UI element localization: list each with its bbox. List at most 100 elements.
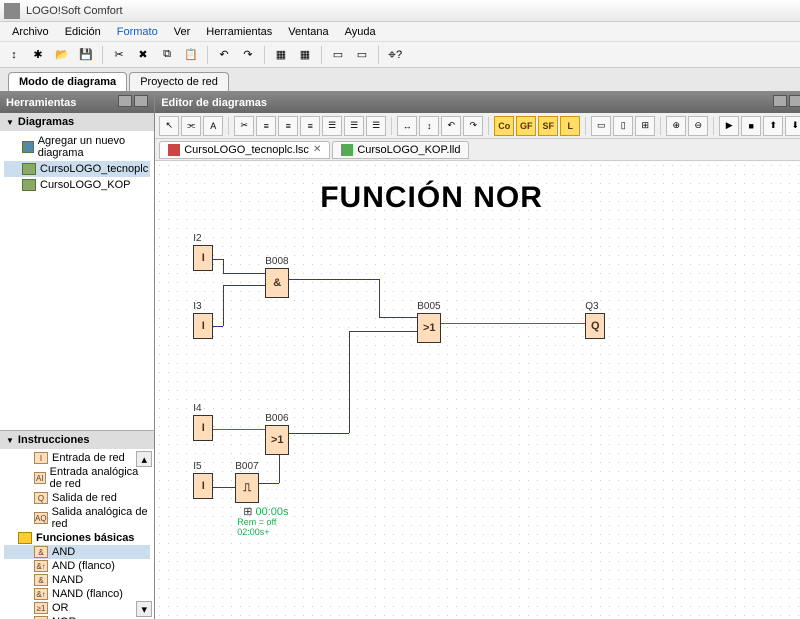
etool-co-icon[interactable]: Co bbox=[494, 116, 514, 136]
panel-min-icon[interactable] bbox=[118, 95, 132, 107]
tree-add-diagram[interactable]: Agregar un nuevo diagrama bbox=[4, 133, 150, 161]
tool-align2-icon[interactable]: ▦ bbox=[295, 45, 315, 65]
etool-cut-icon[interactable]: ✂ bbox=[234, 116, 254, 136]
etool-dist-v-icon[interactable]: ↕ bbox=[419, 116, 439, 136]
instructions-tree: ▴ IEntrada de red AIEntrada analógica de… bbox=[0, 449, 154, 619]
etool-upload-icon[interactable]: ⬆ bbox=[763, 116, 783, 136]
instr-or[interactable]: ≥1OR bbox=[4, 601, 150, 615]
instr-nand-edge[interactable]: &↑NAND (flanco) bbox=[4, 587, 150, 601]
instr-net-analog-input[interactable]: AIEntrada analógica de red bbox=[4, 465, 150, 491]
instr-and[interactable]: &AND bbox=[4, 545, 150, 559]
tool-transfer-icon[interactable]: ↕ bbox=[4, 45, 24, 65]
instr-nand[interactable]: &NAND bbox=[4, 573, 150, 587]
menu-archivo[interactable]: Archivo bbox=[4, 24, 57, 40]
right-panel: Editor de diagramas ↖ ⫘ A ✂ ≡ ≡ ≡ ☰ ☰ ☰ … bbox=[155, 92, 800, 619]
tool-new-icon[interactable]: ✱ bbox=[28, 45, 48, 65]
tool-save-icon[interactable]: 💾 bbox=[76, 45, 96, 65]
instr-and-edge[interactable]: &↑AND (flanco) bbox=[4, 559, 150, 573]
close-tab-icon[interactable]: ✕ bbox=[313, 144, 321, 155]
tab-network-project[interactable]: Proyecto de red bbox=[129, 72, 229, 91]
etool-page3-icon[interactable]: ⊞ bbox=[635, 116, 655, 136]
etool-page2-icon[interactable]: ▯ bbox=[613, 116, 633, 136]
etool-redo-icon[interactable]: ↷ bbox=[463, 116, 483, 136]
instr-nor[interactable]: ≥1NOR bbox=[4, 615, 150, 619]
tree-diagram-tecnoplc[interactable]: CursoLOGO_tecnoplc bbox=[4, 161, 150, 177]
filetab-tecnoplc[interactable]: CursoLOGO_tecnoplc.lsc ✕ bbox=[159, 141, 330, 159]
menu-ayuda[interactable]: Ayuda bbox=[337, 24, 384, 40]
menu-herramientas[interactable]: Herramientas bbox=[198, 24, 280, 40]
main-toolbar: ↕ ✱ 📂 💾 ✂ ✖ ⧉ 📋 ↶ ↷ ▦ ▦ ▭ ▭ 𖦏? bbox=[0, 42, 800, 68]
editor-max-icon[interactable] bbox=[789, 95, 800, 107]
block-i4[interactable]: I4I bbox=[193, 403, 213, 441]
scroll-down-icon[interactable]: ▾ bbox=[136, 601, 152, 617]
etool-pointer-icon[interactable]: ↖ bbox=[159, 116, 179, 136]
panel-max-icon[interactable] bbox=[134, 95, 148, 107]
etool-zoomin-icon[interactable]: ⊕ bbox=[666, 116, 686, 136]
diagram-title: FUNCIÓN NOR bbox=[320, 181, 543, 215]
file-tabs: CursoLOGO_tecnoplc.lsc ✕ CursoLOGO_KOP.l… bbox=[155, 139, 800, 161]
block-b008[interactable]: B008& bbox=[265, 256, 289, 298]
tool-undo-icon[interactable]: ↶ bbox=[214, 45, 234, 65]
tool-copy-icon[interactable]: ⧉ bbox=[157, 45, 177, 65]
etool-connect-icon[interactable]: ⫘ bbox=[181, 116, 201, 136]
etool-sim-icon[interactable]: ▶ bbox=[719, 116, 739, 136]
etool-align-l-icon[interactable]: ≡ bbox=[256, 116, 276, 136]
tab-diagram-mode[interactable]: Modo de diagrama bbox=[8, 72, 127, 91]
menu-edicion[interactable]: Edición bbox=[57, 24, 109, 40]
diagram-canvas[interactable]: FUNCIÓN NOR I2I I3I I4I I5I bbox=[155, 161, 800, 619]
diagrams-subheader[interactable]: Diagramas bbox=[0, 113, 154, 131]
tool-paste-icon[interactable]: 📋 bbox=[181, 45, 201, 65]
block-i3[interactable]: I3I bbox=[193, 301, 213, 339]
editor-header: Editor de diagramas bbox=[155, 92, 800, 113]
block-b005[interactable]: B005>1 bbox=[417, 301, 441, 343]
app-icon bbox=[4, 3, 20, 19]
tool-window2-icon[interactable]: ▭ bbox=[352, 45, 372, 65]
etool-l-icon[interactable]: L bbox=[560, 116, 580, 136]
block-q3[interactable]: Q3Q bbox=[585, 301, 605, 339]
menu-ver[interactable]: Ver bbox=[166, 24, 199, 40]
tool-cut-icon[interactable]: ✂ bbox=[109, 45, 129, 65]
block-b007[interactable]: B007⎍ bbox=[235, 461, 259, 503]
etool-text-icon[interactable]: A bbox=[203, 116, 223, 136]
tree-diagram-kop[interactable]: CursoLOGO_KOP bbox=[4, 177, 150, 193]
tool-align1-icon[interactable]: ▦ bbox=[271, 45, 291, 65]
mode-tabs: Modo de diagrama Proyecto de red bbox=[0, 68, 800, 92]
instr-group-basic[interactable]: Funciones básicas bbox=[4, 531, 150, 545]
block-i5[interactable]: I5I bbox=[193, 461, 213, 499]
menu-ventana[interactable]: Ventana bbox=[280, 24, 336, 40]
editor-header-label: Editor de diagramas bbox=[161, 97, 267, 109]
instr-net-input[interactable]: IEntrada de red bbox=[4, 451, 150, 465]
diagrams-tree: Agregar un nuevo diagrama CursoLOGO_tecn… bbox=[0, 131, 154, 430]
etool-align-t-icon[interactable]: ☰ bbox=[322, 116, 342, 136]
menubar: Archivo Edición Formato Ver Herramientas… bbox=[0, 22, 800, 42]
etool-align-c-icon[interactable]: ≡ bbox=[278, 116, 298, 136]
block-i2[interactable]: I2I bbox=[193, 233, 213, 271]
tool-redo-icon[interactable]: ↷ bbox=[238, 45, 258, 65]
tool-help-icon[interactable]: 𖦏? bbox=[385, 45, 405, 65]
tool-open-icon[interactable]: 📂 bbox=[52, 45, 72, 65]
etool-dist-h-icon[interactable]: ↔ bbox=[397, 116, 417, 136]
filetab-label: CursoLOGO_KOP.lld bbox=[357, 144, 460, 156]
etool-undo-icon[interactable]: ↶ bbox=[441, 116, 461, 136]
block-b006[interactable]: B006>1 bbox=[265, 413, 289, 455]
editor-min-icon[interactable] bbox=[773, 95, 787, 107]
etool-zoomout-icon[interactable]: ⊖ bbox=[688, 116, 708, 136]
instr-net-output[interactable]: QSalida de red bbox=[4, 491, 150, 505]
etool-align-m-icon[interactable]: ☰ bbox=[344, 116, 364, 136]
instr-net-analog-output[interactable]: AQSalida analógica de red bbox=[4, 505, 150, 531]
etool-align-r-icon[interactable]: ≡ bbox=[300, 116, 320, 136]
filetab-kop[interactable]: CursoLOGO_KOP.lld bbox=[332, 141, 469, 159]
tool-window1-icon[interactable]: ▭ bbox=[328, 45, 348, 65]
etool-align-b-icon[interactable]: ☰ bbox=[366, 116, 386, 136]
tools-header-label: Herramientas bbox=[6, 97, 76, 109]
etool-gf-icon[interactable]: GF bbox=[516, 116, 536, 136]
etool-page1-icon[interactable]: ▭ bbox=[591, 116, 611, 136]
filetab-label: CursoLOGO_tecnoplc.lsc bbox=[184, 144, 309, 156]
menu-formato[interactable]: Formato bbox=[109, 24, 166, 40]
etool-test-icon[interactable]: ■ bbox=[741, 116, 761, 136]
etool-download-icon[interactable]: ⬇ bbox=[785, 116, 800, 136]
etool-sf-icon[interactable]: SF bbox=[538, 116, 558, 136]
tool-delete-icon[interactable]: ✖ bbox=[133, 45, 153, 65]
instructions-subheader[interactable]: Instrucciones bbox=[0, 431, 154, 449]
tools-panel-header: Herramientas bbox=[0, 92, 154, 113]
